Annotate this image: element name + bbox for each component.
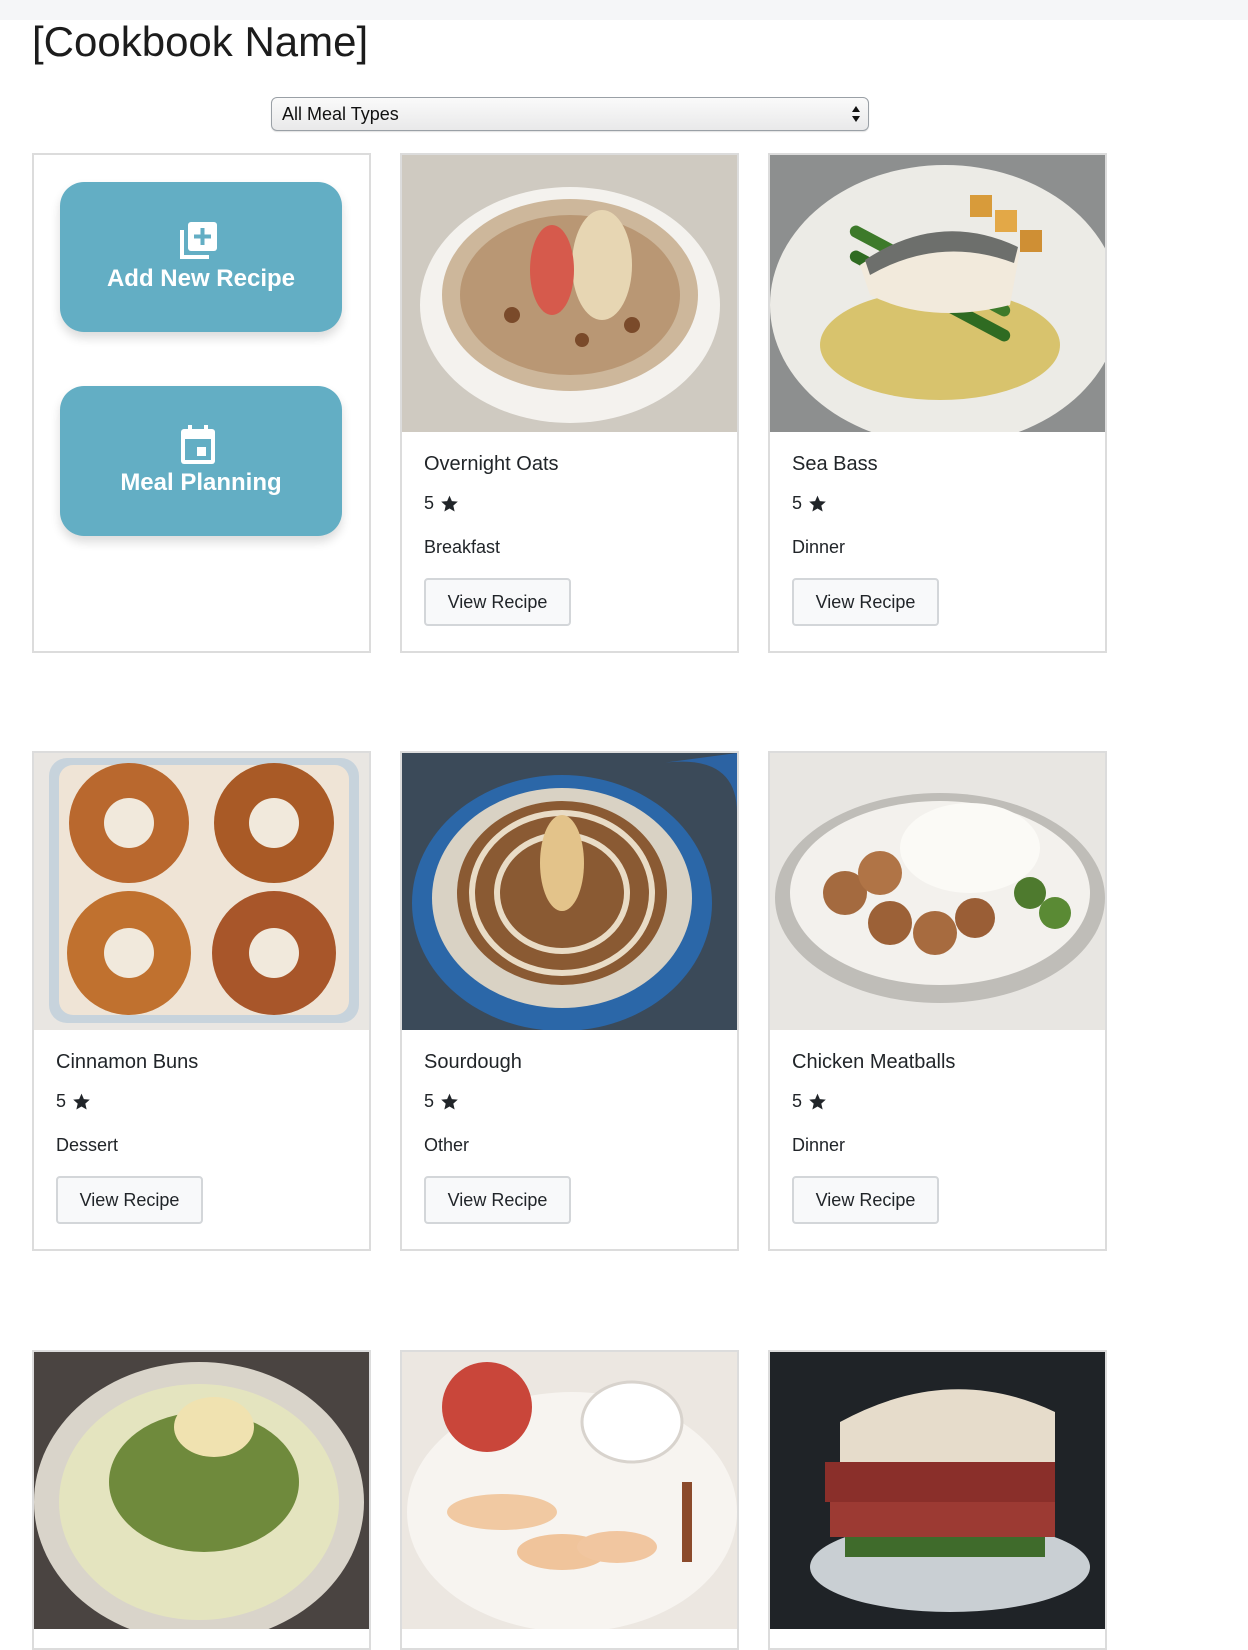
meal-planning-button[interactable]: Meal Planning [60, 386, 342, 536]
page-title: [Cookbook Name] [32, 18, 369, 65]
meal-planning-label: Meal Planning [120, 469, 282, 496]
recipe-card [768, 1350, 1107, 1650]
star-icon [73, 1093, 90, 1109]
rating-value: 5 [792, 493, 803, 513]
library-add-icon [180, 222, 217, 259]
recipe-image [402, 155, 737, 432]
recipe-card: Chicken Meatballs 5 Dinner View Recipe [768, 751, 1107, 1251]
select-arrows-icon [852, 106, 860, 122]
recipe-card [32, 1350, 371, 1650]
view-recipe-button[interactable]: View Recipe [792, 1176, 939, 1224]
star-icon [441, 1093, 458, 1109]
recipe-image [34, 753, 369, 1030]
meal-type-select-value: All Meal Types [282, 104, 399, 124]
recipe-name: Cinnamon Buns [56, 1051, 199, 1073]
star-icon [809, 1093, 826, 1109]
recipe-rating: 5 [792, 1090, 1095, 1112]
recipe-card [400, 1350, 739, 1650]
add-new-recipe-button[interactable]: Add New Recipe [60, 182, 342, 332]
recipe-meal-type: Dinner [792, 537, 846, 557]
meal-type-select[interactable]: All Meal Types [271, 97, 869, 131]
view-recipe-button[interactable]: View Recipe [424, 578, 571, 626]
recipe-name: Chicken Meatballs [792, 1051, 956, 1073]
recipe-image [770, 753, 1105, 1030]
recipe-image [402, 1352, 737, 1629]
recipe-meal-type: Dessert [56, 1135, 119, 1155]
actions-card: Add New Recipe Meal Planning [32, 153, 371, 653]
rating-value: 5 [424, 493, 435, 513]
add-new-recipe-label: Add New Recipe [106, 265, 296, 292]
recipe-meal-type: Other [424, 1135, 470, 1155]
recipe-image [770, 1352, 1105, 1629]
recipe-rating: 5 [424, 492, 727, 514]
recipe-card: Cinnamon Buns 5 Dessert View Recipe [32, 751, 371, 1251]
recipe-card: Sea Bass 5 Dinner View Recipe [768, 153, 1107, 653]
view-recipe-button[interactable]: View Recipe [792, 578, 939, 626]
recipe-name: Overnight Oats [424, 453, 559, 475]
recipe-rating: 5 [792, 492, 1095, 514]
star-icon [441, 495, 458, 511]
recipe-image [402, 753, 737, 1030]
star-icon [809, 495, 826, 511]
rating-value: 5 [56, 1091, 67, 1111]
view-recipe-button[interactable]: View Recipe [56, 1176, 203, 1224]
browser-top-bar [0, 0, 1248, 20]
recipe-image [770, 155, 1105, 432]
recipe-name: Sea Bass [792, 453, 878, 475]
recipe-meal-type: Breakfast [424, 537, 501, 557]
recipe-rating: 5 [424, 1090, 727, 1112]
recipe-meal-type: Dinner [792, 1135, 846, 1155]
view-recipe-button[interactable]: View Recipe [424, 1176, 571, 1224]
recipe-image [34, 1352, 369, 1629]
rating-value: 5 [792, 1091, 803, 1111]
calendar-event-icon [181, 425, 215, 464]
recipe-card: Sourdough 5 Other View Recipe [400, 751, 739, 1251]
recipe-rating: 5 [56, 1090, 359, 1112]
rating-value: 5 [424, 1091, 435, 1111]
recipe-card: Overnight Oats 5 Breakfast View Recipe [400, 153, 739, 653]
recipe-name: Sourdough [424, 1051, 522, 1073]
